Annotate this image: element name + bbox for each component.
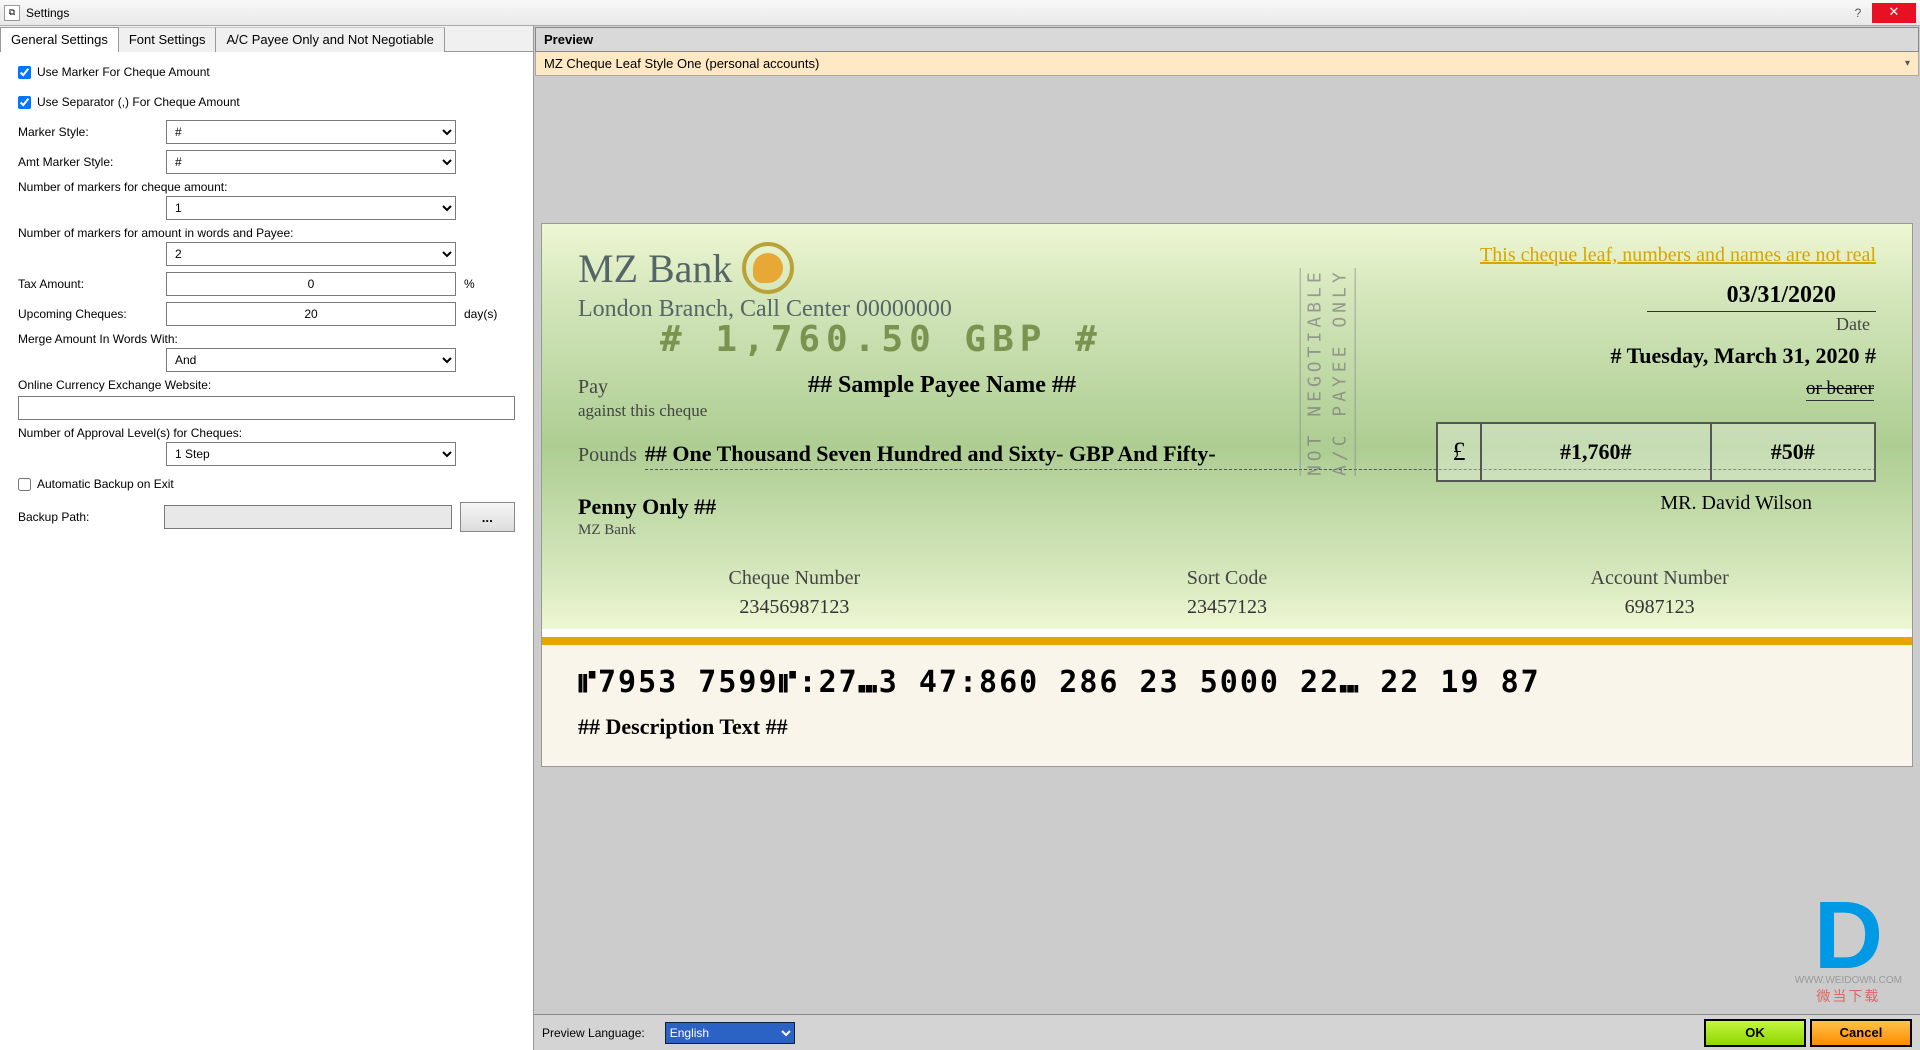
tab-strip: General Settings Font Settings A/C Payee… bbox=[0, 26, 533, 52]
description-text: ## Description Text ## bbox=[578, 714, 1876, 740]
bank-name: MZ Bank bbox=[578, 245, 732, 292]
date-long: # Tuesday, March 31, 2020 # bbox=[1611, 343, 1876, 369]
merge-label: Merge Amount In Words With: bbox=[18, 332, 515, 346]
micr-line: ⑈7953 7599⑈:27⑉3 47:860 286 23 5000 22⑉ … bbox=[578, 665, 1876, 700]
settings-pane: General Settings Font Settings A/C Payee… bbox=[0, 26, 534, 1050]
num-markers-words-label: Number of markers for amount in words an… bbox=[18, 226, 515, 240]
amount-minor: #50# bbox=[1712, 424, 1875, 480]
approval-label: Number of Approval Level(s) for Cheques: bbox=[18, 426, 515, 440]
amount-box: £ #1,760# #50# bbox=[1436, 422, 1876, 482]
upcoming-suffix: day(s) bbox=[464, 307, 497, 321]
or-bearer: or bearer bbox=[1806, 378, 1874, 401]
pounds-label: Pounds bbox=[578, 444, 637, 467]
upcoming-input[interactable] bbox=[166, 302, 456, 326]
cheque-number-header: Cheque Number bbox=[578, 567, 1011, 590]
exchange-label: Online Currency Exchange Website: bbox=[18, 378, 515, 392]
close-button[interactable]: ✕ bbox=[1872, 3, 1916, 23]
cheque-number-value: 23456987123 bbox=[578, 596, 1011, 619]
cheque-notice: This cheque leaf, numbers and names are … bbox=[1480, 244, 1876, 267]
tab-general[interactable]: General Settings bbox=[0, 27, 119, 52]
bank-logo-icon bbox=[742, 242, 794, 294]
auto-backup-label: Automatic Backup on Exit bbox=[37, 477, 174, 491]
app-icon: ⧉ bbox=[4, 5, 20, 21]
auto-backup-checkbox[interactable] bbox=[18, 478, 31, 491]
date-label: Date bbox=[1611, 314, 1876, 335]
sort-code-header: Sort Code bbox=[1011, 567, 1444, 590]
cancel-button[interactable]: Cancel bbox=[1810, 1019, 1912, 1047]
marker-style-label: Marker Style: bbox=[18, 125, 166, 139]
marker-style-select[interactable]: # bbox=[166, 120, 456, 144]
tab-font[interactable]: Font Settings bbox=[118, 27, 217, 52]
backup-path-label: Backup Path: bbox=[18, 510, 164, 524]
amount-major: #1,760# bbox=[1482, 424, 1712, 480]
account-number-value: 6987123 bbox=[1443, 596, 1876, 619]
tax-suffix: % bbox=[464, 277, 475, 291]
num-markers-amount-label: Number of markers for cheque amount: bbox=[18, 180, 515, 194]
num-markers-amount-select[interactable]: 1 bbox=[166, 196, 456, 220]
small-bank-name: MZ Bank bbox=[578, 522, 1876, 539]
use-separator-label: Use Separator (,) For Cheque Amount bbox=[37, 95, 240, 109]
help-button[interactable]: ? bbox=[1846, 6, 1870, 20]
pay-label: Pay bbox=[578, 376, 1876, 399]
upcoming-label: Upcoming Cheques: bbox=[18, 307, 166, 321]
approval-select[interactable]: 1 Step bbox=[166, 442, 456, 466]
against-label: against this cheque bbox=[578, 401, 1876, 421]
signatory-name: MR. David Wilson bbox=[1660, 492, 1812, 515]
preview-lang-select[interactable]: English bbox=[665, 1022, 795, 1044]
use-separator-checkbox[interactable] bbox=[18, 96, 31, 109]
sort-code-value: 23457123 bbox=[1011, 596, 1444, 619]
tax-label: Tax Amount: bbox=[18, 277, 166, 291]
exchange-input[interactable] bbox=[18, 396, 515, 420]
amt-marker-style-label: Amt Marker Style: bbox=[18, 155, 166, 169]
cheque-style-value: MZ Cheque Leaf Style One (personal accou… bbox=[544, 56, 819, 71]
window-title: Settings bbox=[26, 6, 1846, 20]
browse-button[interactable]: ... bbox=[460, 502, 515, 532]
negotiable-stamp: NOT NEGOTIABLEA/C PAYEE ONLY bbox=[1300, 268, 1356, 476]
cheque-leaf: This cheque leaf, numbers and names are … bbox=[542, 224, 1912, 766]
currency-symbol: £ bbox=[1438, 424, 1482, 480]
use-marker-checkbox[interactable] bbox=[18, 66, 31, 79]
merge-select[interactable]: And bbox=[166, 348, 456, 372]
backup-path-input bbox=[164, 505, 451, 529]
titlebar: ⧉ Settings ? ✕ bbox=[0, 0, 1920, 26]
num-markers-words-select[interactable]: 2 bbox=[166, 242, 456, 266]
cheque-style-dropdown[interactable]: MZ Cheque Leaf Style One (personal accou… bbox=[535, 52, 1919, 76]
payee-name: ## Sample Payee Name ## bbox=[808, 372, 1076, 399]
tab-ac-payee[interactable]: A/C Payee Only and Not Negotiable bbox=[215, 27, 444, 52]
use-marker-label: Use Marker For Cheque Amount bbox=[37, 65, 210, 79]
account-number-header: Account Number bbox=[1443, 567, 1876, 590]
preview-lang-label: Preview Language: bbox=[542, 1026, 645, 1040]
chevron-down-icon: ▾ bbox=[1905, 58, 1910, 69]
preview-header: Preview bbox=[535, 27, 1919, 52]
amt-marker-style-select[interactable]: # bbox=[166, 150, 456, 174]
date-short: 03/31/2020 bbox=[1647, 282, 1876, 312]
preview-footer: Preview Language: English OK Cancel bbox=[534, 1014, 1920, 1050]
ok-button[interactable]: OK bbox=[1704, 1019, 1806, 1047]
tax-input[interactable] bbox=[166, 272, 456, 296]
preview-pane: Preview MZ Cheque Leaf Style One (person… bbox=[534, 26, 1920, 1050]
